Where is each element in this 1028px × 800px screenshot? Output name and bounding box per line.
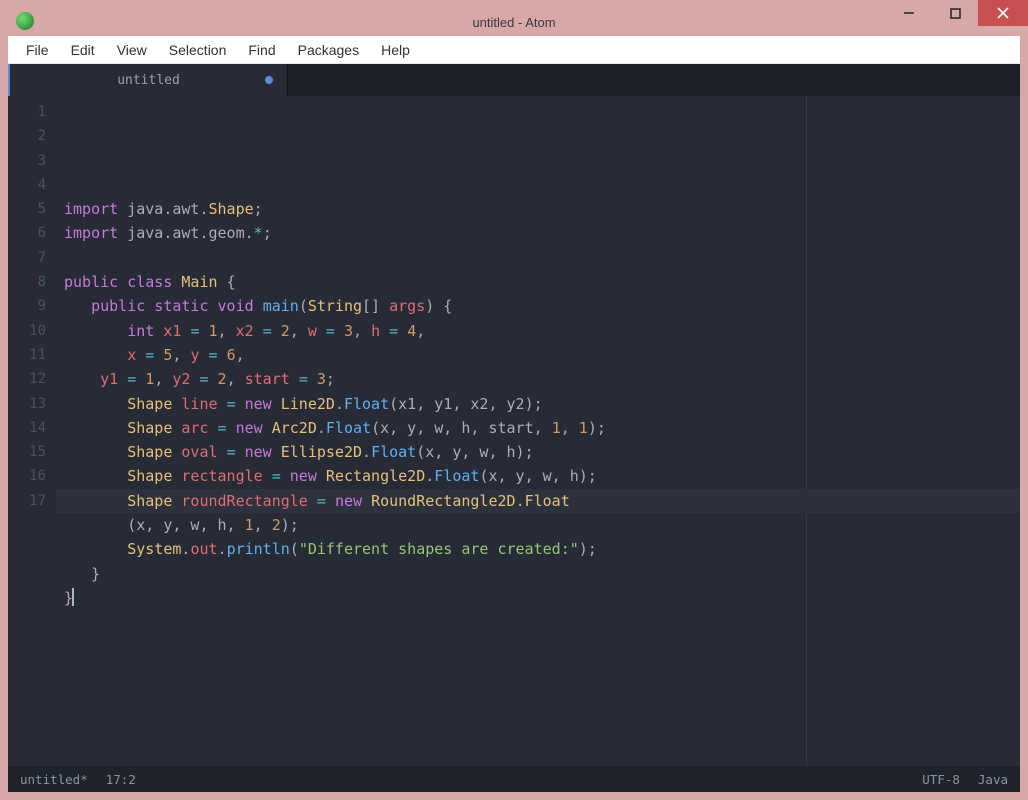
code-line: (x, y, w, h, 1, 2);: [64, 513, 1020, 537]
menu-help[interactable]: Help: [371, 38, 420, 62]
code-line: [64, 246, 1020, 270]
code-line: System.out.println("Different shapes are…: [64, 537, 1020, 561]
code-line: import java.awt.geom.*;: [64, 221, 1020, 245]
line-number: 11: [8, 343, 56, 367]
status-filename[interactable]: untitled*: [20, 772, 88, 787]
code-line: Shape arc = new Arc2D.Float(x, y, w, h, …: [64, 416, 1020, 440]
line-number: 5: [8, 197, 56, 221]
text-cursor: [72, 588, 74, 606]
code-line: Shape rectangle = new Rectangle2D.Float(…: [64, 464, 1020, 488]
menu-edit[interactable]: Edit: [61, 38, 105, 62]
code-content: import java.awt.Shape;import java.awt.ge…: [56, 197, 1020, 610]
editor: untitled 1234567891011121314151617 impor…: [8, 64, 1020, 792]
code-line: }: [64, 562, 1020, 586]
line-number-gutter: 1234567891011121314151617: [8, 96, 56, 766]
code-line: x = 5, y = 6,: [64, 343, 1020, 367]
window-controls: [886, 0, 1028, 28]
line-number: 6: [8, 221, 56, 245]
line-number: 14: [8, 416, 56, 440]
atom-app-icon: [16, 12, 34, 30]
code-line: import java.awt.Shape;: [64, 197, 1020, 221]
menu-selection[interactable]: Selection: [159, 38, 237, 62]
code-line: }: [64, 586, 1020, 610]
status-encoding[interactable]: UTF-8: [922, 772, 960, 787]
line-number: 15: [8, 440, 56, 464]
line-number: 2: [8, 124, 56, 148]
line-number: 3: [8, 149, 56, 173]
code-line: public static void main(String[] args) {: [64, 294, 1020, 318]
window-frame: untitled - Atom File Edit View Selection…: [0, 0, 1028, 800]
line-number: 7: [8, 246, 56, 270]
maximize-icon: [950, 8, 961, 19]
maximize-button[interactable]: [932, 0, 978, 26]
status-cursor-position[interactable]: 17:2: [106, 772, 136, 787]
menu-find[interactable]: Find: [238, 38, 285, 62]
line-number: 17: [8, 489, 56, 513]
code-line: Shape oval = new Ellipse2D.Float(x, y, w…: [64, 440, 1020, 464]
line-number: 8: [8, 270, 56, 294]
code-line: int x1 = 1, x2 = 2, w = 3, h = 4,: [64, 319, 1020, 343]
line-number: 1: [8, 100, 56, 124]
statusbar: untitled* 17:2 UTF-8 Java: [8, 766, 1020, 792]
line-number: 4: [8, 173, 56, 197]
code-line: public class Main {: [64, 270, 1020, 294]
code-line: Shape roundRectangle = new RoundRectangl…: [64, 489, 1020, 513]
minimize-icon: [903, 7, 915, 19]
menu-file[interactable]: File: [16, 38, 59, 62]
status-grammar[interactable]: Java: [978, 772, 1008, 787]
code-area[interactable]: import java.awt.Shape;import java.awt.ge…: [56, 96, 1020, 766]
menubar: File Edit View Selection Find Packages H…: [8, 36, 1020, 64]
dirty-indicator-icon: [265, 76, 273, 84]
window-title: untitled - Atom: [472, 15, 555, 30]
tabbar: untitled: [8, 64, 1020, 96]
close-icon: [997, 7, 1009, 19]
line-number: 10: [8, 319, 56, 343]
code-line: Shape line = new Line2D.Float(x1, y1, x2…: [64, 392, 1020, 416]
line-number: 13: [8, 392, 56, 416]
tab-untitled[interactable]: untitled: [10, 64, 288, 96]
close-button[interactable]: [978, 0, 1028, 26]
line-number: 12: [8, 367, 56, 391]
titlebar[interactable]: untitled - Atom: [8, 8, 1020, 36]
minimize-button[interactable]: [886, 0, 932, 26]
menu-view[interactable]: View: [107, 38, 157, 62]
menu-packages[interactable]: Packages: [288, 38, 369, 62]
line-number: 9: [8, 294, 56, 318]
line-number: 16: [8, 464, 56, 488]
editor-body[interactable]: 1234567891011121314151617 import java.aw…: [8, 96, 1020, 766]
code-line: y1 = 1, y2 = 2, start = 3;: [64, 367, 1020, 391]
tab-label: untitled: [117, 73, 180, 88]
